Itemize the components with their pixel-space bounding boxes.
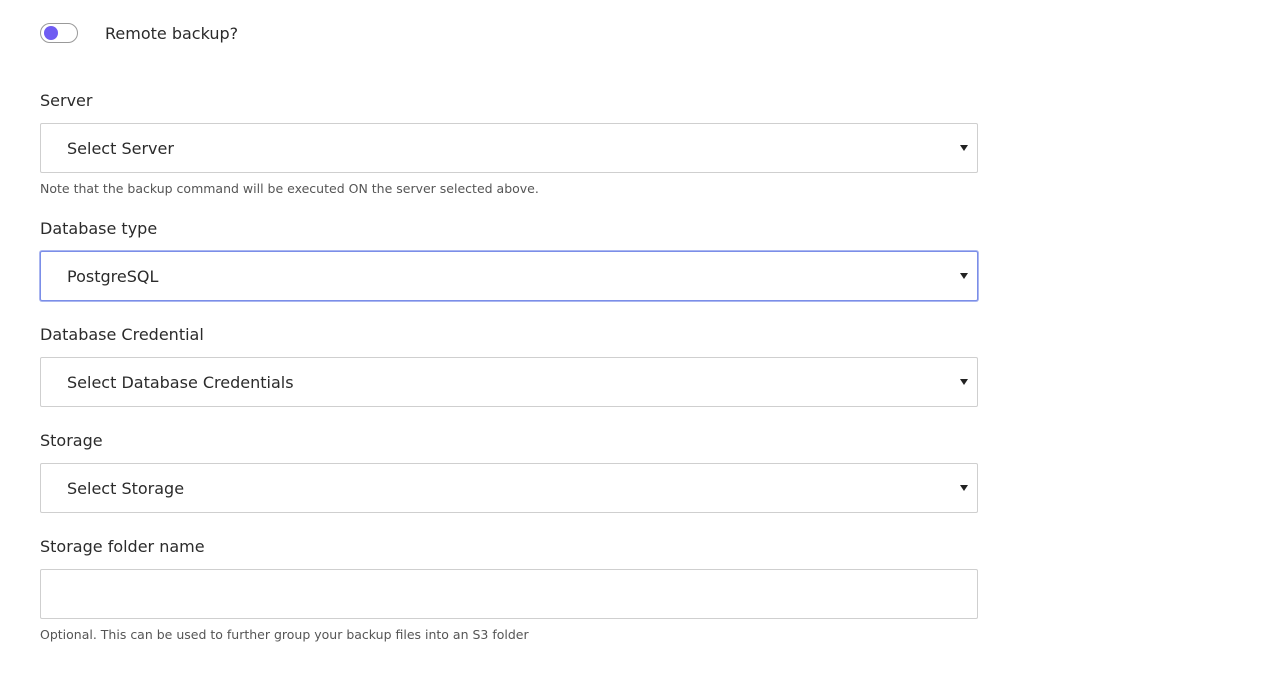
database-type-select-value: PostgreSQL <box>67 266 159 286</box>
remote-backup-row: Remote backup? <box>40 20 238 46</box>
storage-select[interactable]: Select Storage <box>40 463 978 513</box>
caret-down-icon <box>960 379 968 385</box>
server-label: Server <box>40 91 93 110</box>
database-type-label: Database type <box>40 219 158 238</box>
database-credential-select-value: Select Database Credentials <box>67 372 294 392</box>
caret-down-icon <box>960 273 968 279</box>
storage-folder-help-text: Optional. This can be used to further gr… <box>40 627 529 642</box>
database-credential-label: Database Credential <box>40 325 204 344</box>
server-help-text: Note that the backup command will be exe… <box>40 181 539 196</box>
caret-down-icon <box>960 485 968 491</box>
database-type-select[interactable]: PostgreSQL <box>40 251 978 301</box>
storage-select-value: Select Storage <box>67 478 185 498</box>
server-select[interactable]: Select Server <box>40 123 978 173</box>
remote-backup-label: Remote backup? <box>105 23 239 43</box>
remote-backup-toggle[interactable] <box>40 23 78 43</box>
storage-label: Storage <box>40 431 103 450</box>
database-credential-select[interactable]: Select Database Credentials <box>40 357 978 407</box>
storage-folder-input[interactable] <box>40 569 978 619</box>
caret-down-icon <box>960 145 968 151</box>
toggle-knob <box>44 26 58 40</box>
server-select-value: Select Server <box>67 138 174 158</box>
storage-folder-label: Storage folder name <box>40 537 205 556</box>
